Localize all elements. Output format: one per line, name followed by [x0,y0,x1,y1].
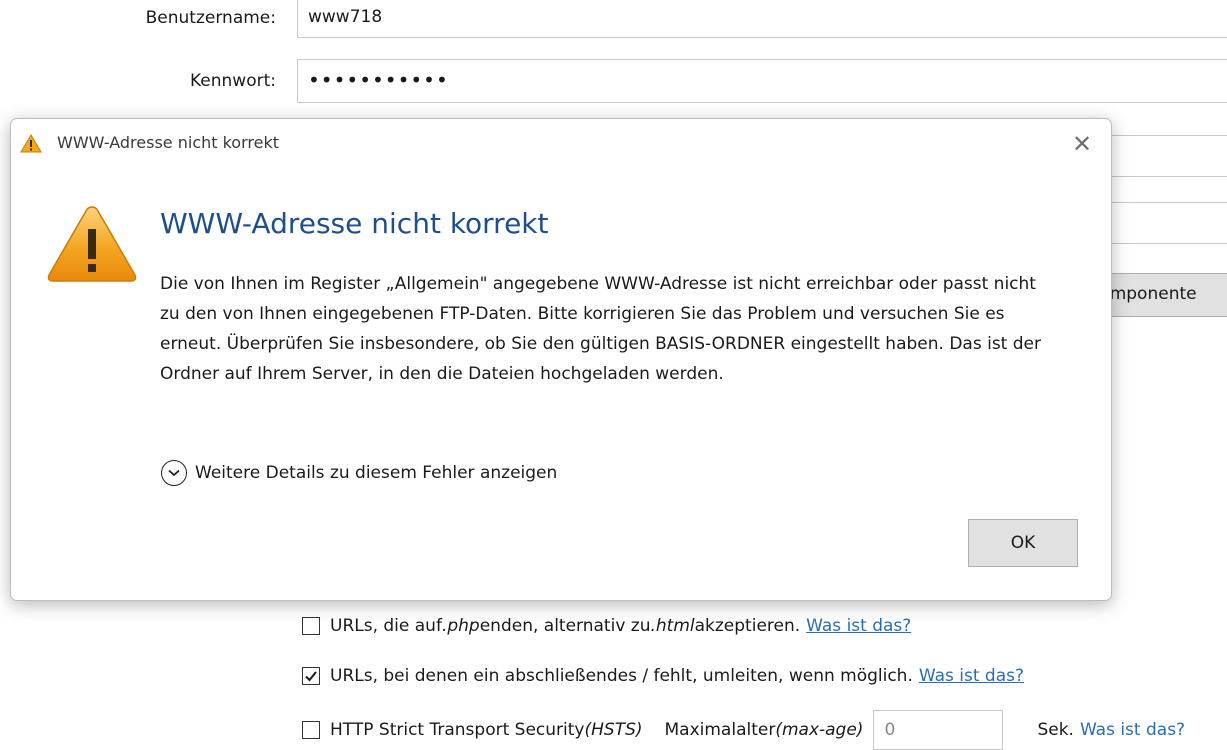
dialog-message: Die von Ihnen im Register „Allgemein" an… [160,274,1041,384]
what-is-this-link[interactable]: Was ist das? [806,616,911,636]
password-input[interactable]: ••••••••••• [297,59,1227,103]
option-text: HTTP Strict Transport Security [330,720,585,740]
checkmark-icon [305,671,317,682]
password-label: Kennwort: [190,71,276,91]
details-label: Weitere Details zu diesem Fehler anzeige… [195,463,558,483]
option-trailing-slash: URLs, bei denen ein abschließendes / feh… [302,666,1024,686]
option-text-em: (HSTS) [584,720,643,740]
error-dialog: WWW-Adresse nicht korrekt ✕ WWW-Adresse … [10,118,1112,601]
option-text: enden, alternativ zu [479,616,651,636]
hidden-input-1[interactable] [1100,135,1227,177]
option-text-em: .html [650,616,695,636]
dialog-title: WWW-Adresse nicht korrekt [57,133,279,152]
maxage-label: Maximalalter [664,720,776,740]
unit-label: Sek. [1037,720,1074,740]
dialog-titlebar[interactable]: WWW-Adresse nicht korrekt ✕ [11,119,1111,167]
chevron-down-icon [161,460,187,486]
maxage-label-em: (max-age) [775,720,864,740]
option-text: URLs, bei denen ein abschließendes / feh… [330,666,913,686]
warning-icon [45,203,139,289]
components-button[interactable]: Komponente [1100,273,1227,317]
what-is-this-link[interactable]: Was ist das? [919,666,1024,686]
ok-button[interactable]: OK [968,519,1078,567]
maxage-input[interactable]: 0 [873,710,1004,750]
hsts-checkbox[interactable] [302,721,320,739]
hidden-input-2[interactable] [1100,202,1227,244]
option-text: akzeptieren. [694,616,801,636]
option-php-urls: URLs, die auf .php enden, alternativ zu … [302,616,911,636]
option-text: URLs, die auf [330,616,442,636]
what-is-this-link[interactable]: Was ist das? [1080,720,1185,740]
option-text-em: .php [441,616,480,636]
dialog-heading: WWW-Adresse nicht korrekt [160,207,549,240]
username-input[interactable]: www718 [297,0,1227,38]
close-icon[interactable]: ✕ [1067,129,1097,159]
option-hsts: HTTP Strict Transport Security (HSTS) Ma… [302,710,1185,750]
warning-icon [20,134,42,157]
username-label: Benutzername: [145,8,276,28]
trailing-slash-checkbox[interactable] [302,667,320,685]
php-urls-checkbox[interactable] [302,617,320,635]
show-details-toggle[interactable]: Weitere Details zu diesem Fehler anzeige… [161,460,557,486]
